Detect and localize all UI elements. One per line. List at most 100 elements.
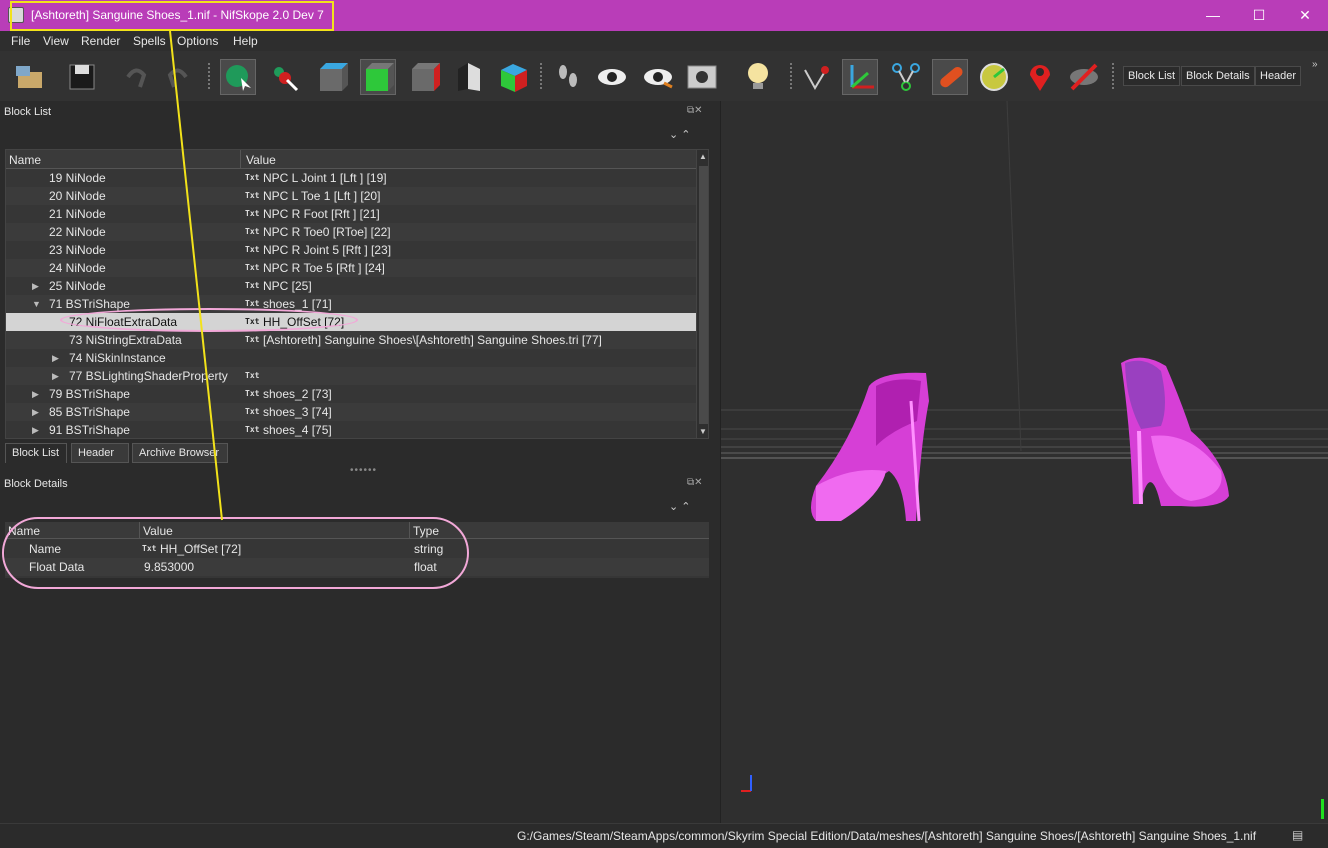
view-walk-icon[interactable] (496, 59, 532, 95)
tree-scrollbar[interactable]: ▲ ▼ (696, 150, 708, 438)
tree-row[interactable]: ▶ 91 BSTriShape Txt shoes_4 [75] (6, 421, 696, 438)
eye-alt-icon[interactable] (640, 59, 676, 95)
redo-icon[interactable] (160, 59, 196, 95)
block-details-toggle[interactable]: Block Details (1181, 66, 1255, 86)
col-name-header[interactable]: Name (9, 153, 41, 167)
tree-row[interactable]: ▶ 74 NiSkinInstance (6, 349, 696, 367)
pane-float-close-icon[interactable]: ⧉✕ (687, 105, 703, 116)
menu-render[interactable]: Render (81, 34, 120, 48)
menu-options[interactable]: Options (177, 34, 218, 48)
tree-row[interactable]: ▶ 77 BSLightingShaderProperty Txt (6, 367, 696, 385)
block-name: 91 BSTriShape (49, 423, 130, 437)
size-grip-icon[interactable]: ▤ (1292, 828, 1303, 842)
collapse-expand-icons[interactable]: ⌄ ⌃ (669, 128, 691, 141)
hide-icon[interactable] (1066, 59, 1102, 95)
block-value[interactable]: NPC R Toe0 [RToe] [22] (263, 223, 391, 241)
toolbar-separator (790, 63, 794, 89)
menu-file[interactable]: File (11, 34, 30, 48)
footprints-icon[interactable] (550, 59, 586, 95)
tree-row[interactable]: 22 NiNode Txt NPC R Toe0 [RToe] [22] (6, 223, 696, 241)
block-value[interactable]: NPC R Foot [Rft ] [21] (263, 205, 380, 223)
view-top-icon[interactable] (314, 59, 350, 95)
tree-row[interactable]: ▶ 79 BSTriShape Txt shoes_2 [73] (6, 385, 696, 403)
menu-spells[interactable]: Spells (133, 34, 166, 48)
collapse-arrow-icon[interactable]: ▼ (32, 295, 41, 313)
expand-arrow-icon[interactable]: ▶ (32, 277, 39, 295)
tree-row[interactable]: 24 NiNode Txt NPC R Toe 5 [Rft ] [24] (6, 259, 696, 277)
block-value[interactable]: NPC R Joint 5 [Rft ] [23] (263, 241, 391, 259)
scroll-up-icon[interactable]: ▲ (699, 152, 707, 161)
minimize-button[interactable]: — (1190, 0, 1236, 31)
tab-block-list[interactable]: Block List (5, 443, 67, 463)
tree-row[interactable]: ▶ 25 NiNode Txt NPC [25] (6, 277, 696, 295)
save-icon[interactable] (64, 59, 100, 95)
view-user-icon[interactable] (452, 59, 488, 95)
constraints-icon[interactable] (932, 59, 968, 95)
block-list-toggle[interactable]: Block List (1123, 66, 1181, 86)
light-bulb-icon[interactable] (740, 59, 776, 95)
axis-gizmo (741, 775, 752, 792)
block-name: 22 NiNode (49, 225, 106, 239)
expand-arrow-icon[interactable]: ▶ (52, 349, 59, 367)
tree-row[interactable]: 23 NiNode Txt NPC R Joint 5 [Rft ] [23] (6, 241, 696, 259)
menu-bar: File View Render Spells Options Help (0, 31, 1328, 51)
block-name: 23 NiNode (49, 243, 106, 257)
menu-view[interactable]: View (43, 34, 69, 48)
block-value[interactable]: [Ashtoreth] Sanguine Shoes\[Ashtoreth] S… (263, 331, 602, 349)
tab-header[interactable]: Header (71, 443, 129, 463)
block-name: 24 NiNode (49, 261, 106, 275)
eye-icon[interactable] (594, 59, 630, 95)
pane-splitter[interactable]: •••••• (350, 465, 377, 476)
load-icon[interactable] (12, 59, 48, 95)
close-button[interactable]: ✕ (1282, 0, 1328, 31)
view-side-icon[interactable] (406, 59, 442, 95)
marker-icon[interactable] (1022, 59, 1058, 95)
details-float-close-icon[interactable]: ⧉✕ (687, 477, 703, 488)
tab-archive-browser[interactable]: Archive Browser (132, 443, 228, 463)
menu-help[interactable]: Help (233, 34, 258, 48)
block-value[interactable]: shoes_2 [73] (263, 385, 332, 403)
txt-icon: Txt (245, 425, 260, 434)
block-value[interactable]: NPC L Toe 1 [Lft ] [20] (263, 187, 380, 205)
toolbar-overflow-icon[interactable]: » (1312, 59, 1318, 70)
collision-icon[interactable] (976, 59, 1012, 95)
scroll-thumb[interactable] (699, 166, 708, 424)
block-value[interactable]: NPC [25] (263, 277, 312, 295)
block-value[interactable]: NPC L Joint 1 [Lft ] [19] (263, 169, 387, 187)
tree-row[interactable]: 73 NiStringExtraData Txt [Ashtoreth] Sangu… (6, 331, 696, 349)
view-front-icon[interactable] (360, 59, 396, 95)
header-toggle[interactable]: Header (1255, 66, 1302, 86)
block-value[interactable]: NPC R Toe 5 [Rft ] [24] (263, 259, 385, 277)
block-value[interactable]: shoes_3 [74] (263, 403, 332, 421)
txt-icon: Txt (245, 263, 260, 272)
pick-icon[interactable] (266, 59, 302, 95)
render-viewport[interactable] (720, 100, 1328, 823)
toolbar: Block List Block Details Header » (0, 51, 1328, 101)
tree-row[interactable]: 21 NiNode Txt NPC R Foot [Rft ] [21] (6, 205, 696, 223)
selected-row-annotation (60, 308, 358, 332)
toolbar-separator (208, 63, 212, 89)
select-mode-icon[interactable] (220, 59, 256, 95)
col-value-header[interactable]: Value (246, 153, 276, 167)
vertices-icon[interactable] (798, 59, 834, 95)
txt-icon: Txt (245, 371, 260, 380)
expand-arrow-icon[interactable]: ▶ (32, 385, 39, 403)
block-list-tree[interactable]: Name Value 19 NiNode Txt NPC L Joint 1 [Lf… (5, 149, 709, 439)
undo-icon[interactable] (118, 59, 154, 95)
nodes-icon[interactable] (888, 59, 924, 95)
expand-arrow-icon[interactable]: ▶ (52, 367, 59, 385)
tree-row[interactable]: ▶ 85 BSTriShape Txt shoes_3 [74] (6, 403, 696, 421)
details-collapse-expand-icons[interactable]: ⌄ ⌃ (669, 500, 691, 513)
right-shoe (1121, 357, 1229, 507)
block-name: 21 NiNode (49, 207, 106, 221)
expand-arrow-icon[interactable]: ▶ (32, 421, 39, 438)
block-value[interactable]: shoes_4 [75] (263, 421, 332, 438)
expand-arrow-icon[interactable]: ▶ (32, 403, 39, 421)
scroll-down-icon[interactable]: ▼ (699, 427, 707, 436)
tree-row[interactable]: 19 NiNode Txt NPC L Joint 1 [Lft ] [19] (6, 169, 696, 187)
txt-icon: Txt (245, 209, 260, 218)
maximize-button[interactable]: ☐ (1236, 0, 1282, 31)
tree-row[interactable]: 20 NiNode Txt NPC L Toe 1 [Lft ] [20] (6, 187, 696, 205)
screenshot-icon[interactable] (684, 59, 720, 95)
axes-icon[interactable] (842, 59, 878, 95)
